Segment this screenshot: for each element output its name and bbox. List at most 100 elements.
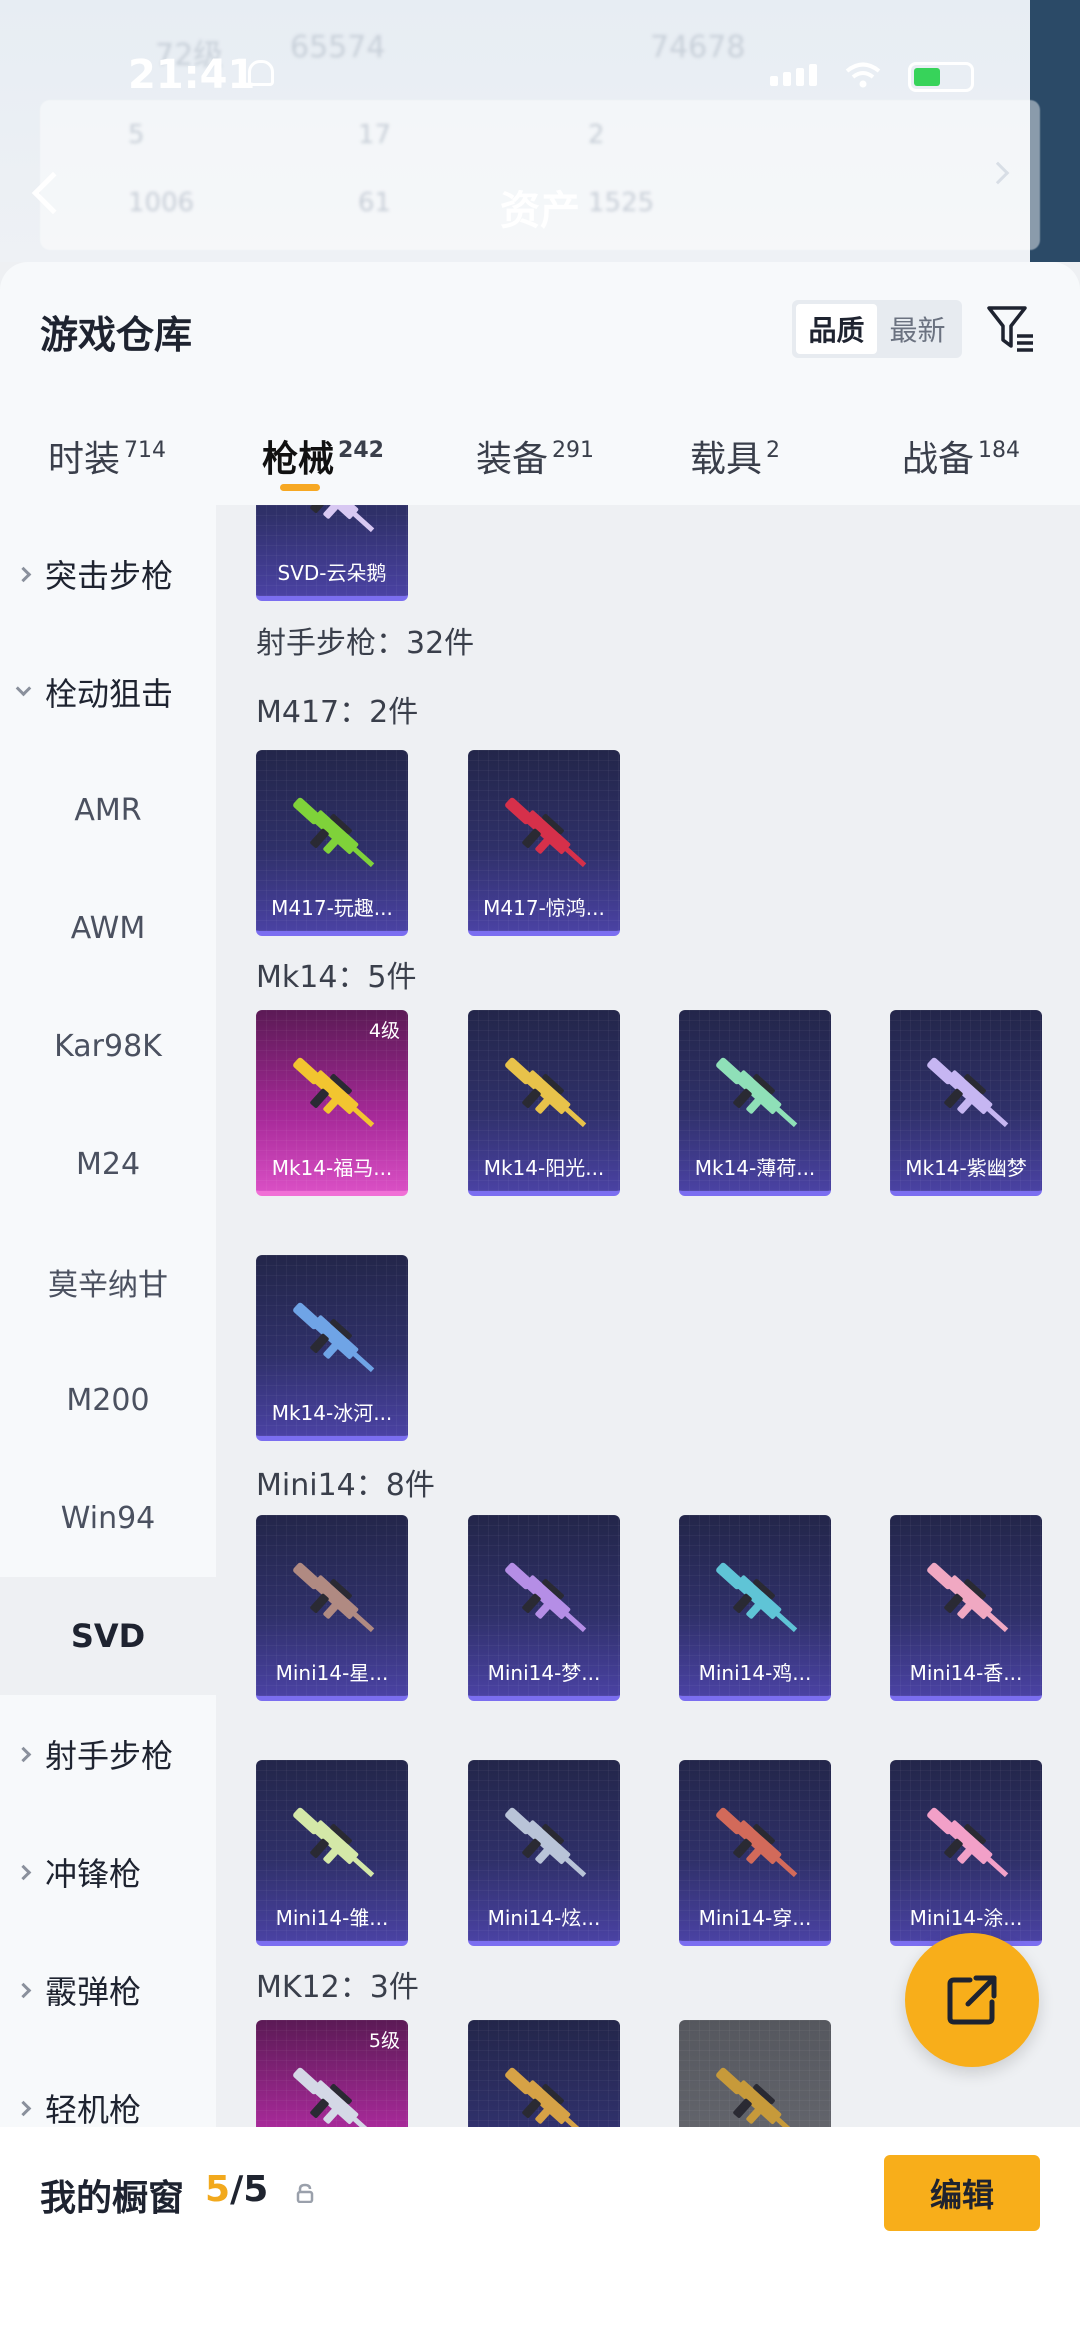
- chevron-right-icon: [15, 2100, 32, 2116]
- signal-icon: [770, 64, 817, 86]
- nav-item[interactable]: AWM: [0, 869, 216, 987]
- nav-item-label: Win94: [60, 1500, 156, 1536]
- weapon-card[interactable]: Mini14-雏...: [256, 1760, 408, 1946]
- weapon-card[interactable]: Mini14-香...: [890, 1515, 1042, 1701]
- nav-item-label: M200: [66, 1382, 150, 1418]
- nav-item[interactable]: M200: [0, 1341, 216, 1459]
- weapon-skin-icon: [293, 2067, 375, 2127]
- level-badge: 4级: [368, 1020, 400, 1042]
- weapon-card[interactable]: Mini14-穿...: [679, 1760, 831, 1946]
- section-label: Mini14：8件: [256, 1468, 435, 1503]
- nav-item[interactable]: AMR: [0, 751, 216, 869]
- nav-item[interactable]: Win94: [0, 1459, 216, 1577]
- weapon-card[interactable]: M417-玩趣...: [256, 750, 408, 936]
- stat-value: 61: [358, 188, 392, 218]
- stat-value: 5: [128, 120, 145, 150]
- weapon-card[interactable]: 5级: [256, 2020, 408, 2127]
- tab-label: 载具: [690, 439, 763, 480]
- nav-item[interactable]: M24: [0, 1105, 216, 1223]
- weapon-name: Mk14-阳光...: [483, 1156, 605, 1180]
- tab-count: 291: [552, 438, 595, 463]
- weapon-name: Mini14-星...: [275, 1661, 389, 1685]
- weapon-name: Mk14-福马...: [271, 1156, 393, 1180]
- tab-label: 装备: [476, 439, 549, 480]
- tab-count: 184: [978, 438, 1021, 463]
- weapon-card[interactable]: M417-惊鸿...: [468, 750, 620, 936]
- section-label: Mk14：5件: [256, 960, 417, 995]
- profile-score-right: 74678: [650, 30, 746, 65]
- weapon-skin-icon: [310, 505, 375, 533]
- share-button[interactable]: [905, 1933, 1039, 2067]
- section-label: MK12：3件: [256, 1970, 419, 2005]
- nav-item[interactable]: 霰弹枪: [0, 1931, 216, 2049]
- weapon-skin-icon: [293, 1807, 375, 1878]
- weapon-name: Mini14-涂...: [909, 1906, 1023, 1930]
- weapon-skin-icon: [293, 1562, 375, 1633]
- sort-quality-button[interactable]: 品质: [796, 304, 877, 354]
- edit-button[interactable]: 编辑: [884, 2155, 1040, 2231]
- nav-item[interactable]: 射手步枪: [0, 1695, 216, 1813]
- weapon-name: Mini14-穿...: [698, 1906, 812, 1930]
- stat-value: 2: [588, 120, 605, 150]
- tab-vehicles[interactable]: 载具 2: [690, 430, 780, 482]
- nav-item[interactable]: 冲锋枪: [0, 1813, 216, 1931]
- nav-item[interactable]: 栓动狙击: [0, 633, 216, 751]
- nav-item-label: AMR: [74, 792, 142, 828]
- nav-item-label: Kar98K: [54, 1028, 162, 1064]
- nav-item-label: 射手步枪: [45, 1737, 174, 1775]
- weapon-card[interactable]: Mk14-紫幽梦: [890, 1010, 1042, 1196]
- sort-toggle[interactable]: 品质 最新: [792, 300, 962, 358]
- profile-score-left: 65574: [290, 30, 386, 65]
- share-icon: [947, 1975, 997, 2025]
- nav-item[interactable]: Kar98K: [0, 987, 216, 1105]
- tab-fashion[interactable]: 时装 714: [48, 430, 166, 482]
- weapon-skin-icon: [927, 1057, 1009, 1128]
- weapon-card[interactable]: [468, 2020, 620, 2127]
- tab-label: 战备: [902, 439, 975, 480]
- section-label: M417：2件: [256, 695, 419, 730]
- status-time: 21:41: [128, 52, 256, 98]
- weapon-skin-icon: [505, 1562, 587, 1633]
- nav-item[interactable]: SVD: [0, 1577, 216, 1695]
- stat-value: 1006: [128, 188, 195, 218]
- weapon-name: Mk14-冰河...: [271, 1401, 393, 1425]
- bell-muted-icon: [248, 60, 274, 86]
- level-badge: 5级: [368, 2030, 400, 2052]
- weapon-card[interactable]: [679, 2020, 831, 2127]
- weapon-name: M417-玩趣...: [271, 896, 393, 920]
- weapon-category-nav: 突击步枪栓动狙击 AMR AWM Kar98K M24 莫辛纳甘 M200 Win94 SVD 射…: [0, 505, 216, 2129]
- weapon-card[interactable]: Mk14-冰河...: [256, 1255, 408, 1441]
- weapon-card[interactable]: SVD-云朵鹅: [256, 505, 408, 601]
- weapon-card[interactable]: Mini14-鸡...: [679, 1515, 831, 1701]
- filter-icon[interactable]: [985, 302, 1037, 354]
- weapon-card[interactable]: Mini14-星...: [256, 1515, 408, 1701]
- nav-item[interactable]: 突击步枪: [0, 515, 216, 633]
- nav-item-label: 突击步枪: [45, 557, 174, 595]
- nav-item[interactable]: 莫辛纳甘: [0, 1223, 216, 1341]
- weapon-card[interactable]: Mk14-薄荷...: [679, 1010, 831, 1196]
- tab-count: 242: [338, 438, 384, 463]
- sort-newest-button[interactable]: 最新: [877, 304, 958, 354]
- nav-item-label: 霰弹枪: [45, 1973, 142, 2011]
- weapon-name: SVD-云朵鹅: [277, 561, 387, 585]
- active-tab-indicator: [280, 484, 320, 491]
- tab-firearms[interactable]: 枪械 242: [262, 430, 384, 482]
- weapon-card[interactable]: Mk14-阳光...: [468, 1010, 620, 1196]
- tab-equipment[interactable]: 装备 291: [476, 430, 594, 482]
- weapon-skin-icon: [293, 797, 375, 868]
- tab-supplies[interactable]: 战备 184: [902, 430, 1020, 482]
- weapon-card[interactable]: Mini14-炫...: [468, 1760, 620, 1946]
- stat-value: 17: [358, 120, 392, 150]
- weapon-card[interactable]: Mini14-涂...: [890, 1760, 1042, 1946]
- battery-icon: [908, 62, 974, 92]
- page-title: 资产: [500, 188, 580, 234]
- nav-item-label: 轻机枪: [45, 2091, 142, 2129]
- weapon-skin-icon: [505, 2067, 587, 2127]
- chevron-right-icon: [15, 1746, 32, 1762]
- nav-item-label: 莫辛纳甘: [48, 1268, 168, 1303]
- weapon-card[interactable]: 4级 Mk14-福马...: [256, 1010, 408, 1196]
- weapon-name: Mini14-鸡...: [698, 1661, 812, 1685]
- nav-item-label: M24: [75, 1146, 141, 1182]
- wifi-icon: [845, 62, 881, 88]
- weapon-card[interactable]: Mini14-梦...: [468, 1515, 620, 1701]
